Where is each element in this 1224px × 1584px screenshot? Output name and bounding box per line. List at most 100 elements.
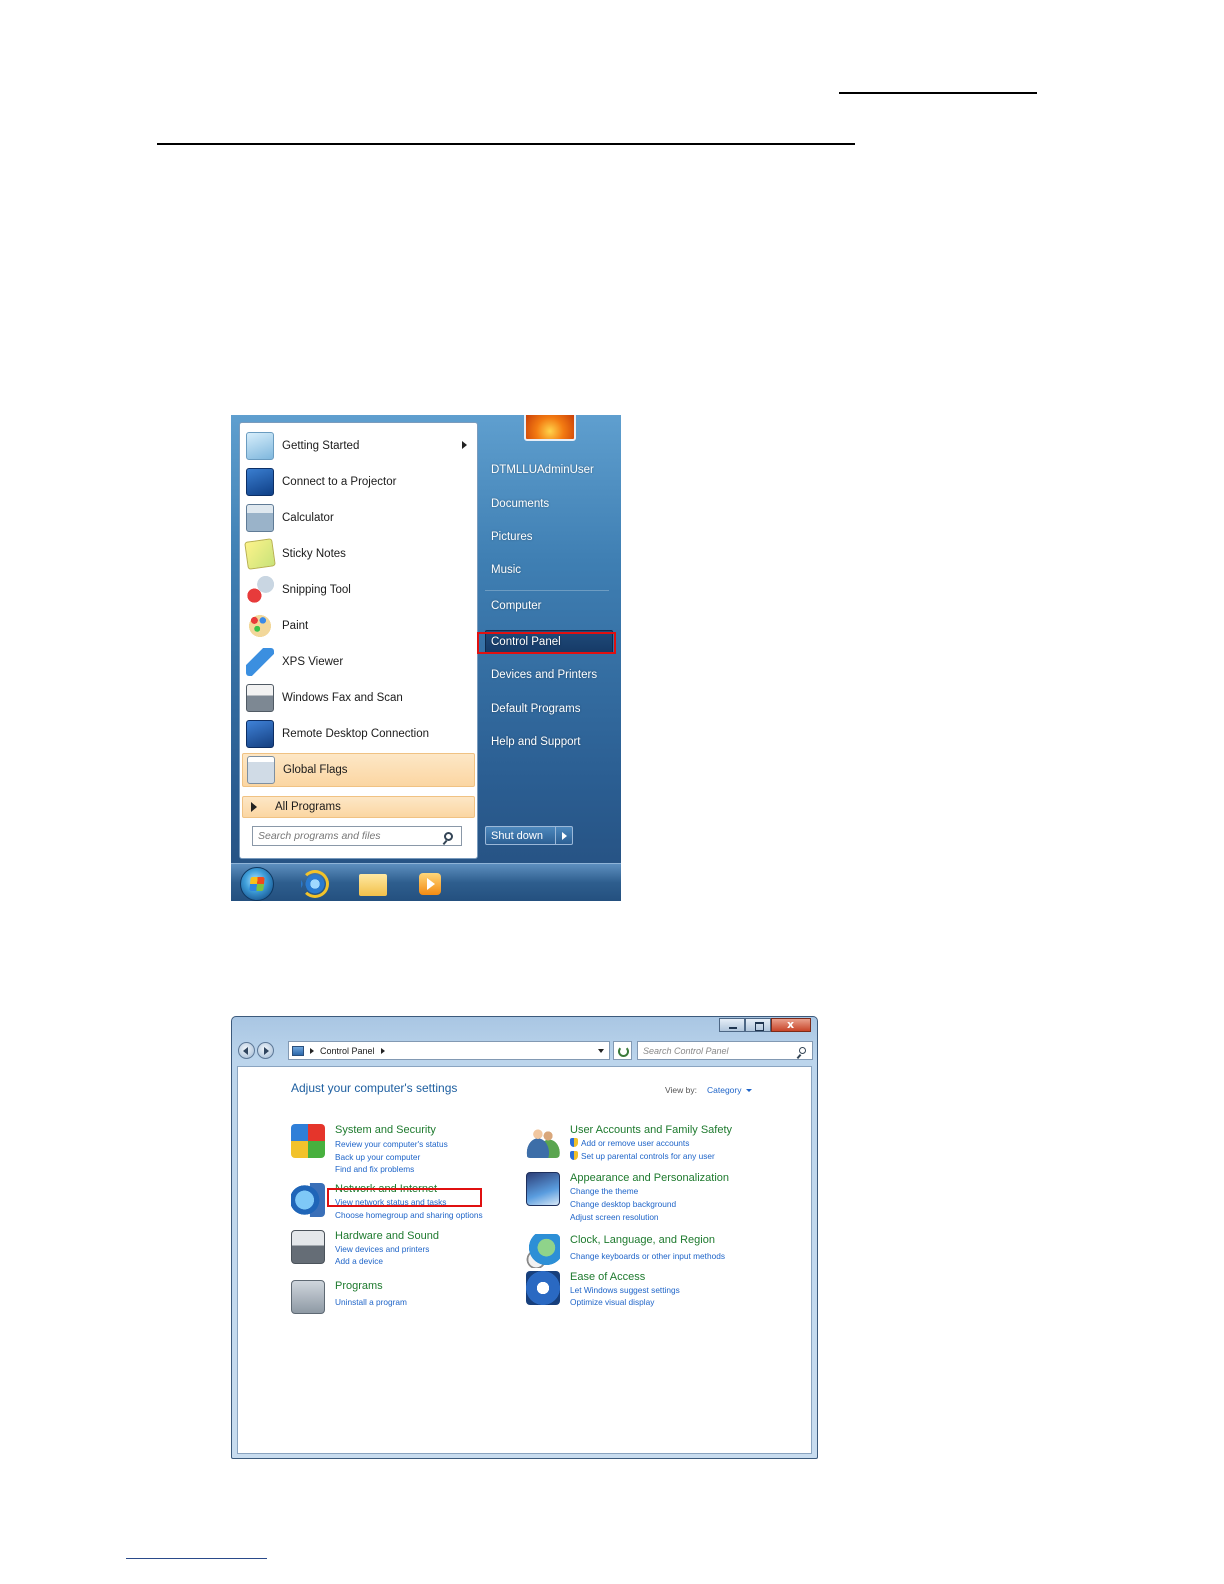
submenu-arrow-icon[interactable] — [462, 441, 467, 449]
program-label: Windows Fax and Scan — [282, 692, 403, 704]
control-panel-red-highlight-box — [477, 632, 616, 654]
category-appearance: Appearance and Personalization Change th… — [526, 1172, 786, 1222]
control-panel-search-box[interactable] — [637, 1041, 813, 1060]
program-fax-scan[interactable]: Windows Fax and Scan — [242, 681, 475, 715]
address-dropdown-icon[interactable] — [598, 1049, 604, 1053]
category-title[interactable]: Appearance and Personalization — [570, 1172, 729, 1184]
start-menu-programs-pane: Getting Started Connect to a Projector C… — [239, 422, 478, 859]
programs-icon[interactable] — [291, 1280, 325, 1314]
start-item-devices-printers[interactable]: Devices and Printers — [491, 669, 597, 681]
program-label: Remote Desktop Connection — [282, 728, 430, 740]
program-sticky-notes[interactable]: Sticky Notes — [242, 537, 475, 571]
category-link[interactable]: View devices and printers — [335, 1244, 429, 1254]
control-panel-search-input[interactable] — [643, 1045, 793, 1056]
program-calculator[interactable]: Calculator — [242, 501, 475, 535]
category-title[interactable]: Hardware and Sound — [335, 1230, 439, 1242]
media-player-icon[interactable] — [419, 873, 441, 895]
search-icon — [444, 831, 453, 841]
control-panel-window: x Control Panel Adjust your computer's s… — [231, 1016, 818, 1459]
paint-icon — [246, 612, 274, 640]
minimize-button[interactable] — [719, 1018, 745, 1032]
category-title[interactable]: User Accounts and Family Safety — [570, 1124, 732, 1136]
internet-explorer-icon[interactable] — [301, 870, 329, 898]
search-icon — [799, 1047, 806, 1054]
program-getting-started[interactable]: Getting Started — [242, 429, 475, 463]
appearance-icon[interactable] — [526, 1172, 560, 1206]
system-security-icon[interactable] — [291, 1124, 325, 1158]
network-internet-icon[interactable] — [291, 1183, 325, 1217]
user-accounts-icon[interactable] — [526, 1124, 560, 1158]
start-item-help-support[interactable]: Help and Support — [491, 736, 581, 748]
category-link[interactable]: Change keyboards or other input methods — [570, 1251, 725, 1261]
program-connect-projector[interactable]: Connect to a Projector — [242, 465, 475, 499]
start-orb-windows-icon[interactable] — [240, 867, 274, 901]
windows-explorer-folder-icon[interactable] — [359, 874, 387, 896]
shutdown-options-arrow-icon[interactable] — [555, 827, 572, 844]
start-item-default-programs[interactable]: Default Programs — [491, 703, 580, 715]
category-link[interactable]: Review your computer's status — [335, 1139, 448, 1149]
refresh-button[interactable] — [613, 1041, 632, 1060]
clock-language-icon[interactable] — [526, 1234, 560, 1268]
program-paint[interactable]: Paint — [242, 609, 475, 643]
control-panel-content: Adjust your computer's settings View by:… — [237, 1066, 812, 1454]
address-bar[interactable]: Control Panel — [288, 1041, 610, 1060]
uac-shield-icon — [570, 1151, 578, 1160]
category-link[interactable]: Choose homegroup and sharing options — [335, 1210, 483, 1220]
uac-shield-icon — [570, 1138, 578, 1147]
user-picture-avatar[interactable] — [524, 415, 576, 441]
category-user-accounts: System and Security User Accounts and Fa… — [526, 1124, 786, 1164]
program-global-flags[interactable]: Global Flags — [242, 753, 475, 787]
sticky-notes-icon — [244, 538, 276, 570]
category-title[interactable]: Programs — [335, 1280, 383, 1292]
chevron-right-icon[interactable] — [380, 1047, 385, 1054]
all-programs-button[interactable]: All Programs — [242, 796, 475, 818]
category-link[interactable]: Add or remove user accounts — [570, 1138, 689, 1148]
taskbar — [231, 863, 621, 901]
start-item-computer[interactable]: Computer — [491, 600, 542, 612]
start-item-user[interactable]: DTMLLUAdminUser — [491, 464, 594, 476]
xps-viewer-icon — [246, 648, 274, 676]
program-remote-desktop[interactable]: Remote Desktop Connection — [242, 717, 475, 751]
hardware-sound-icon[interactable] — [291, 1230, 325, 1264]
program-label: Snipping Tool — [282, 584, 351, 596]
category-link[interactable]: Uninstall a program — [335, 1297, 407, 1307]
navigation-bar: Control Panel — [238, 1041, 813, 1061]
category-link[interactable]: Set up parental controls for any user — [570, 1151, 715, 1161]
category-title[interactable]: System and Security — [335, 1124, 436, 1136]
forward-button[interactable] — [257, 1042, 274, 1059]
start-search-input[interactable] — [258, 828, 438, 844]
category-link[interactable]: Change the theme — [570, 1186, 638, 1196]
projector-icon — [246, 468, 274, 496]
ease-of-access-icon[interactable] — [526, 1271, 560, 1305]
chevron-right-icon[interactable] — [310, 1047, 314, 1054]
start-search-box[interactable] — [252, 826, 462, 846]
header-rule-short — [839, 92, 1037, 94]
start-item-music[interactable]: Music — [491, 564, 521, 576]
category-title[interactable]: Ease of Access — [570, 1271, 645, 1283]
view-by-dropdown[interactable]: Category — [707, 1085, 752, 1095]
program-snipping-tool[interactable]: Snipping Tool — [242, 573, 475, 607]
breadcrumb-control-panel[interactable]: Control Panel — [320, 1046, 375, 1056]
category-link[interactable]: Add a device — [335, 1256, 383, 1266]
category-link[interactable]: Optimize visual display — [570, 1297, 654, 1307]
category-ease-of-access: Ease of Access Let Windows suggest setti… — [526, 1271, 786, 1311]
category-title[interactable]: Clock, Language, and Region — [570, 1234, 715, 1246]
category-link[interactable]: Back up your computer — [335, 1152, 420, 1162]
remote-desktop-icon — [246, 720, 274, 748]
program-label: Calculator — [282, 512, 334, 524]
maximize-button[interactable] — [745, 1018, 771, 1032]
category-link[interactable]: Change desktop background — [570, 1199, 676, 1209]
back-button[interactable] — [238, 1042, 255, 1059]
start-item-documents[interactable]: Documents — [491, 498, 549, 510]
start-item-pictures[interactable]: Pictures — [491, 531, 533, 543]
category-link[interactable]: Find and fix problems — [335, 1164, 414, 1174]
category-link[interactable]: Adjust screen resolution — [570, 1212, 659, 1222]
close-button[interactable]: x — [771, 1018, 811, 1032]
category-programs: Programs Uninstall a program — [291, 1280, 511, 1316]
network-status-red-highlight-box — [327, 1188, 482, 1207]
category-link[interactable]: Let Windows suggest settings — [570, 1285, 680, 1295]
shutdown-button[interactable]: Shut down — [485, 826, 573, 845]
right-pane-divider — [485, 590, 609, 591]
program-xps-viewer[interactable]: XPS Viewer — [242, 645, 475, 679]
page-title: Adjust your computer's settings — [291, 1081, 458, 1095]
